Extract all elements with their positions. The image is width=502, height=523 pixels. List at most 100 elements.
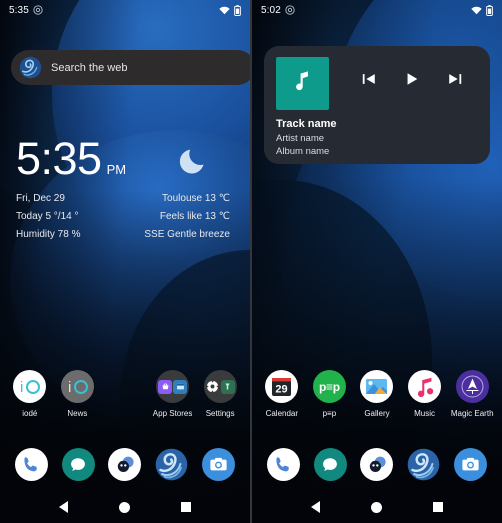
- track-name: Track name: [276, 118, 337, 130]
- status-bar-left: 5:02: [261, 5, 295, 16]
- app-item-pep[interactable]: p≡p p≡p: [306, 370, 354, 418]
- home-button[interactable]: [370, 501, 382, 513]
- status-time: 5:35: [9, 4, 29, 16]
- app-item-iode[interactable]: i iodé: [6, 370, 54, 418]
- recents-button[interactable]: [180, 502, 191, 512]
- status-bar-left: 5:35: [9, 5, 43, 16]
- clock-ampm: PM: [106, 162, 127, 177]
- tools-icon: [220, 379, 235, 394]
- artist-name: Artist name: [276, 132, 325, 144]
- camera-icon[interactable]: [202, 448, 236, 481]
- target-icon: [33, 5, 43, 15]
- phone-icon[interactable]: [266, 448, 300, 481]
- app-grid-left: i iodé i News App Stores Settings: [0, 370, 250, 418]
- playback-controls: [361, 71, 463, 92]
- app-label: Magic Earth: [450, 409, 494, 418]
- app-item-magic-earth[interactable]: Magic Earth: [448, 370, 496, 418]
- clock-weather-widget[interactable]: 5:35 PM Fri, Dec 29 Today 5 °/14 ° Humid…: [0, 136, 250, 240]
- music-icon: [408, 370, 442, 403]
- clock-time: 5:35 PM: [16, 136, 126, 181]
- pep-icon: p≡p: [312, 370, 346, 403]
- calendar-day: 29: [276, 384, 288, 396]
- weather-left-column: Fri, Dec 29 Today 5 °/14 ° Humidity 78 %: [16, 193, 80, 240]
- contacts-icon[interactable]: [108, 448, 142, 481]
- svg-text:i: i: [68, 379, 71, 396]
- wifi-icon: [219, 6, 230, 15]
- status-bar: 5:02: [252, 0, 502, 20]
- camera-icon[interactable]: [454, 448, 488, 481]
- app-label: Music: [414, 409, 436, 418]
- gallery-icon: [360, 370, 394, 403]
- app-label: Calendar: [265, 409, 299, 418]
- dual-screenshot: 5:35 Search the web 5:35 PM Fri, Dec 29 …: [0, 0, 502, 523]
- left-home-screen: 5:35 Search the web 5:35 PM Fri, Dec 29 …: [0, 0, 250, 523]
- music-player-widget[interactable]: Track name Artist name Album name: [264, 46, 490, 164]
- calendar-icon: 29: [265, 370, 299, 403]
- app-item-gallery[interactable]: Gallery: [353, 370, 401, 418]
- music-note-icon: [290, 68, 316, 99]
- pep-glyph: p≡p: [319, 379, 340, 394]
- app-item-news[interactable]: i News: [54, 370, 102, 418]
- app-label: Gallery: [364, 409, 390, 418]
- app-label: Settings: [205, 409, 235, 418]
- music-metadata: Track name Artist name Album name: [276, 117, 478, 159]
- app-item-music[interactable]: Music: [401, 370, 449, 418]
- right-home-screen: 5:02 Track name Artist name Album name 2…: [252, 0, 502, 523]
- contacts-icon[interactable]: [360, 448, 394, 481]
- battery-icon: [234, 4, 241, 16]
- browser-wave-icon[interactable]: [407, 448, 440, 481]
- weather-info: Fri, Dec 29 Today 5 °/14 ° Humidity 78 %…: [16, 193, 234, 240]
- next-track-icon[interactable]: [447, 71, 463, 92]
- messages-icon[interactable]: [61, 448, 95, 481]
- target-icon: [285, 5, 295, 15]
- status-time: 5:02: [261, 4, 281, 16]
- search-placeholder: Search the web: [51, 61, 128, 74]
- messages-icon[interactable]: [313, 448, 347, 481]
- weather-today-range: Today 5 °/14 °: [16, 211, 79, 222]
- music-top-row: [276, 57, 478, 110]
- search-widget[interactable]: Search the web: [11, 50, 250, 85]
- dock-left: [0, 448, 250, 481]
- browser-wave-icon[interactable]: [155, 448, 188, 481]
- svg-text:i: i: [20, 379, 23, 396]
- app-item-calendar[interactable]: 29 Calendar: [258, 370, 306, 418]
- weather-location: Toulouse 13 ℃: [162, 193, 230, 204]
- battery-icon: [486, 4, 493, 16]
- grid-spacer: [101, 370, 149, 418]
- weather-feels-like: Feels like 13 ℃: [159, 211, 230, 222]
- magic-earth-icon: [455, 370, 489, 403]
- play-icon[interactable]: [404, 71, 420, 92]
- status-bar-right: [471, 4, 493, 16]
- back-button[interactable]: [311, 501, 321, 513]
- app-label: App Stores: [152, 409, 193, 418]
- home-button[interactable]: [118, 501, 130, 513]
- app-label: p≡p: [322, 409, 337, 418]
- folder-settings-icon: [203, 370, 237, 403]
- basket-icon: [158, 379, 173, 394]
- store-icon: [173, 379, 188, 394]
- previous-track-icon[interactable]: [361, 71, 377, 92]
- gear-icon: [206, 380, 220, 394]
- phone-icon[interactable]: [14, 448, 48, 481]
- clock-row: 5:35 PM: [16, 136, 234, 181]
- weather-humidity: Humidity 78 %: [16, 229, 81, 240]
- weather-wind: SSE Gentle breeze: [144, 229, 230, 240]
- navigation-bar-left: [0, 491, 250, 523]
- app-item-app-stores[interactable]: App Stores: [149, 370, 197, 418]
- navigation-bar-right: [252, 491, 502, 523]
- news-icon: i: [60, 370, 94, 403]
- recents-button[interactable]: [432, 502, 443, 512]
- crescent-moon-icon: [178, 143, 212, 177]
- app-grid-right: 29 Calendar p≡p p≡p Gallery Music Magic …: [252, 370, 502, 418]
- album-name: Album name: [276, 146, 330, 158]
- app-item-settings[interactable]: Settings: [196, 370, 244, 418]
- weather-date: Fri, Dec 29: [16, 193, 65, 204]
- app-label: News: [67, 409, 88, 418]
- weather-right-column: Toulouse 13 ℃ Feels like 13 ℃ SSE Gentle…: [144, 193, 230, 240]
- status-bar-right: [219, 4, 241, 16]
- status-bar: 5:35: [0, 0, 250, 20]
- wifi-icon: [471, 6, 482, 15]
- browser-wave-icon: [19, 56, 42, 79]
- album-art: [276, 57, 329, 110]
- back-button[interactable]: [59, 501, 69, 513]
